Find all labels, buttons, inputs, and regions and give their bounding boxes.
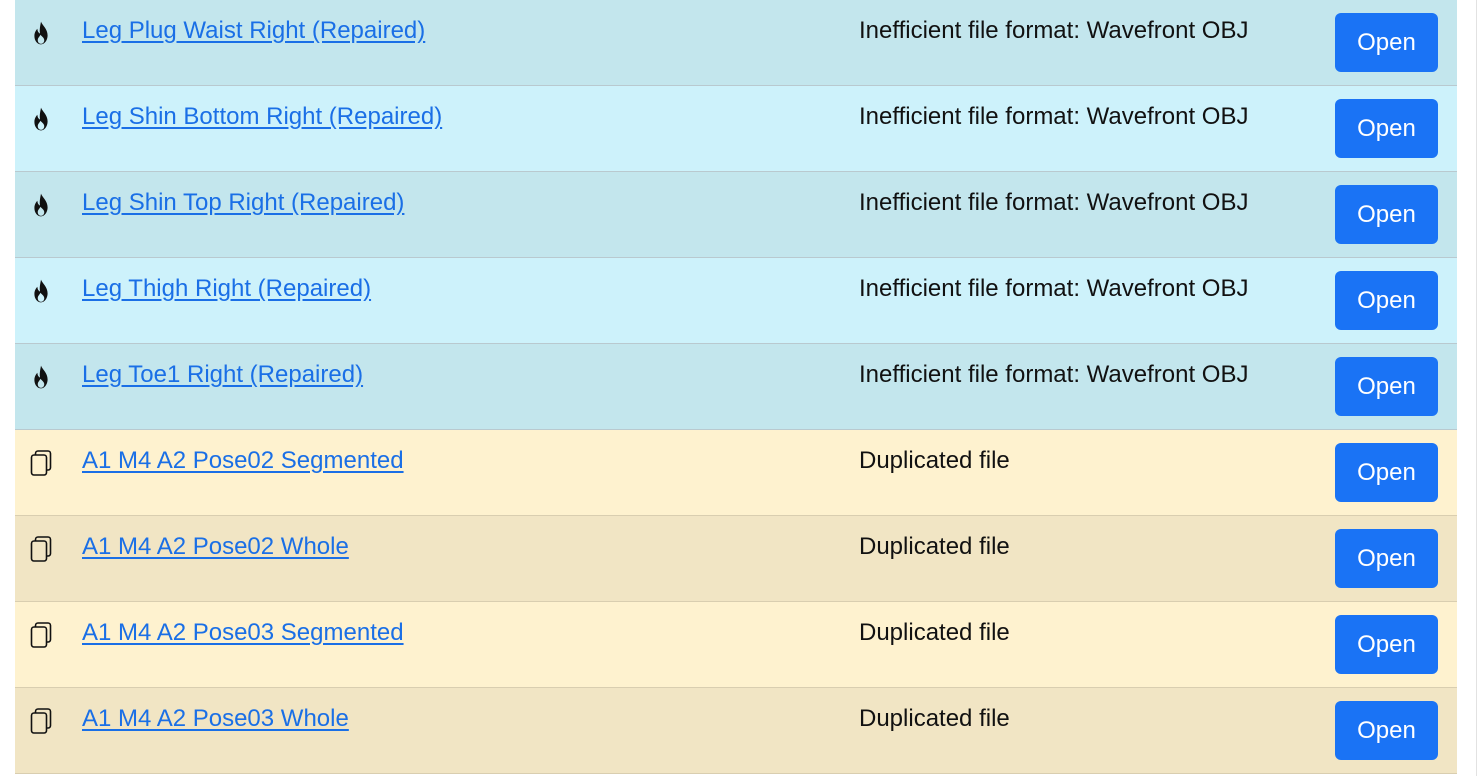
file-link[interactable]: Leg Thigh Right (Repaired) bbox=[82, 275, 371, 303]
open-button[interactable]: Open bbox=[1335, 357, 1438, 416]
file-link[interactable]: Leg Shin Bottom Right (Repaired) bbox=[82, 103, 442, 131]
fire-icon bbox=[29, 192, 53, 218]
file-link[interactable]: Leg Shin Top Right (Repaired) bbox=[82, 189, 404, 217]
fire-icon bbox=[29, 278, 53, 304]
copy-icon bbox=[29, 536, 53, 562]
open-button[interactable]: Open bbox=[1335, 615, 1438, 674]
issue-reason: Duplicated file bbox=[859, 533, 1010, 560]
file-link[interactable]: A1 M4 A2 Pose03 Segmented bbox=[82, 619, 404, 647]
copy-icon bbox=[29, 450, 53, 476]
fire-icon bbox=[29, 106, 53, 132]
open-button[interactable]: Open bbox=[1335, 13, 1438, 72]
table-row: Leg Plug Waist Right (Repaired) Ineffici… bbox=[15, 0, 1457, 86]
table-row: A1 M4 A2 Pose03 Whole Duplicated file Op… bbox=[15, 688, 1457, 774]
table-row: Leg Shin Bottom Right (Repaired) Ineffic… bbox=[15, 86, 1457, 172]
open-button[interactable]: Open bbox=[1335, 701, 1438, 760]
issues-table: Leg Plug Waist Right (Repaired) Ineffici… bbox=[15, 0, 1457, 774]
file-link[interactable]: A1 M4 A2 Pose03 Whole bbox=[82, 705, 349, 733]
open-button[interactable]: Open bbox=[1335, 529, 1438, 588]
open-button[interactable]: Open bbox=[1335, 185, 1438, 244]
issue-reason: Inefficient file format: Wavefront OBJ bbox=[859, 103, 1249, 130]
file-link[interactable]: Leg Toe1 Right (Repaired) bbox=[82, 361, 363, 389]
issue-reason: Inefficient file format: Wavefront OBJ bbox=[859, 361, 1249, 388]
issue-reason: Duplicated file bbox=[859, 619, 1010, 646]
issue-reason: Duplicated file bbox=[859, 705, 1010, 732]
open-button[interactable]: Open bbox=[1335, 99, 1438, 158]
issue-reason: Inefficient file format: Wavefront OBJ bbox=[859, 17, 1249, 44]
table-row: Leg Shin Top Right (Repaired) Inefficien… bbox=[15, 172, 1457, 258]
table-row: A1 M4 A2 Pose02 Segmented Duplicated fil… bbox=[15, 430, 1457, 516]
fire-icon bbox=[29, 364, 53, 390]
table-row: Leg Toe1 Right (Repaired) Inefficient fi… bbox=[15, 344, 1457, 430]
issue-reason: Inefficient file format: Wavefront OBJ bbox=[859, 275, 1249, 302]
issue-reason: Inefficient file format: Wavefront OBJ bbox=[859, 189, 1249, 216]
issue-reason: Duplicated file bbox=[859, 447, 1010, 474]
copy-icon bbox=[29, 622, 53, 648]
table-row: A1 M4 A2 Pose03 Segmented Duplicated fil… bbox=[15, 602, 1457, 688]
table-row: A1 M4 A2 Pose02 Whole Duplicated file Op… bbox=[15, 516, 1457, 602]
table-row: Leg Thigh Right (Repaired) Inefficient f… bbox=[15, 258, 1457, 344]
scrollbar-track[interactable] bbox=[1476, 0, 1477, 776]
file-link[interactable]: A1 M4 A2 Pose02 Segmented bbox=[82, 447, 404, 475]
file-link[interactable]: Leg Plug Waist Right (Repaired) bbox=[82, 17, 425, 45]
file-link[interactable]: A1 M4 A2 Pose02 Whole bbox=[82, 533, 349, 561]
fire-icon bbox=[29, 20, 53, 46]
copy-icon bbox=[29, 708, 53, 734]
open-button[interactable]: Open bbox=[1335, 271, 1438, 330]
open-button[interactable]: Open bbox=[1335, 443, 1438, 502]
